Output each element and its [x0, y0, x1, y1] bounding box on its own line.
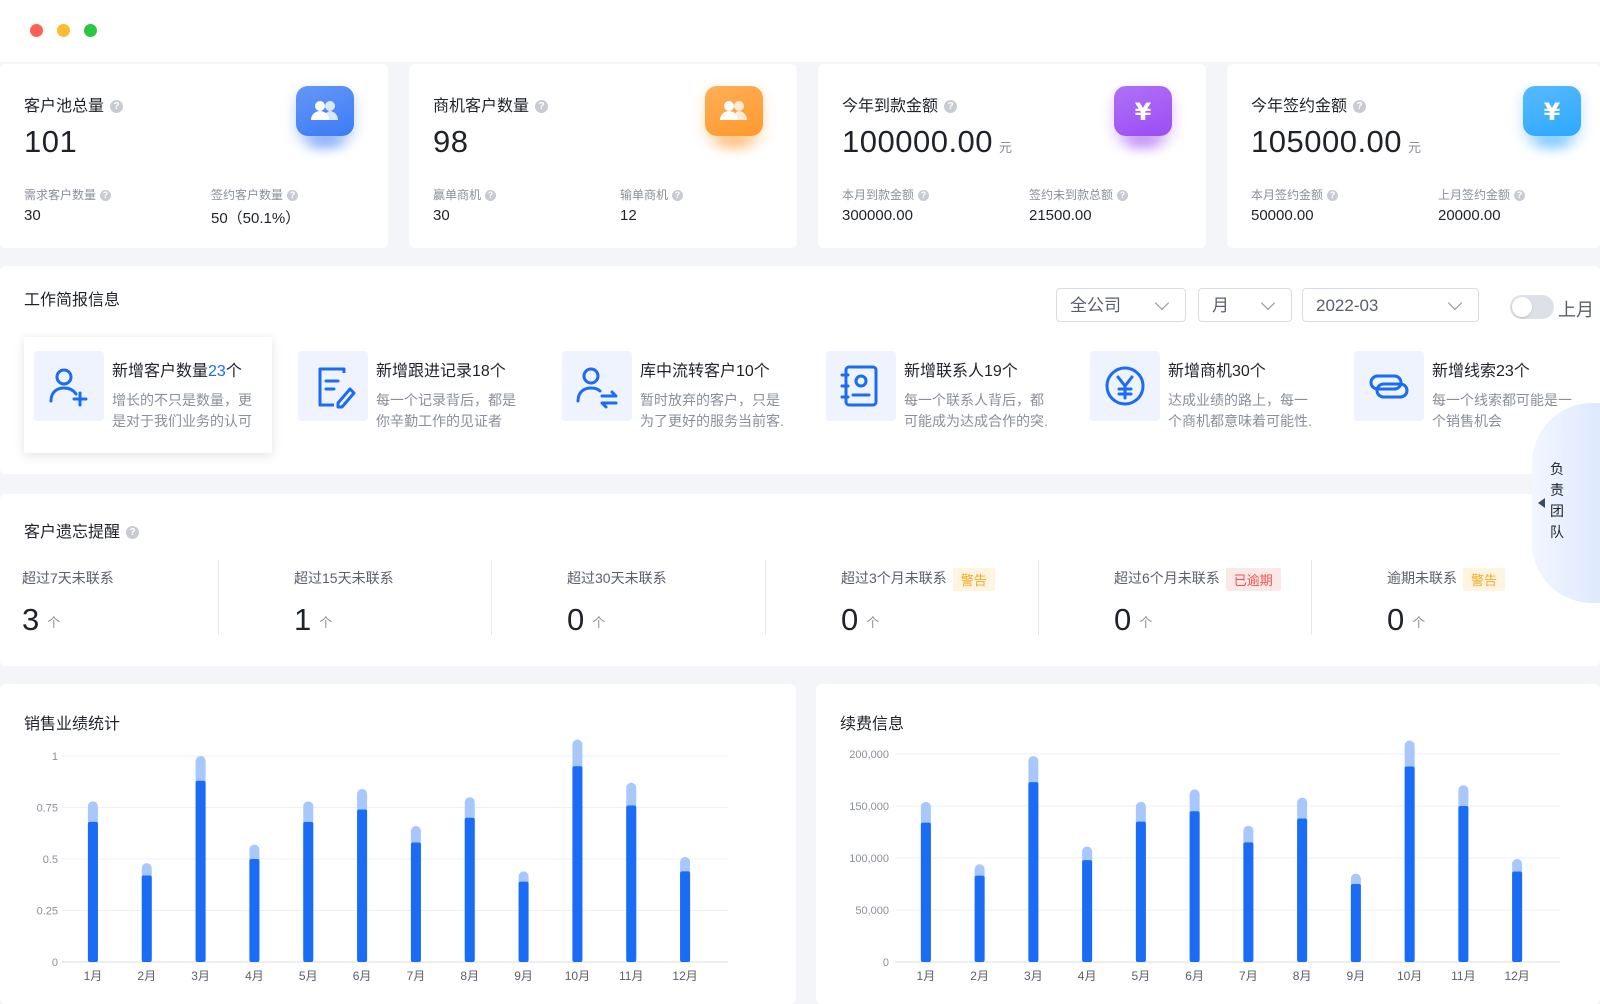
y-tick-label: 1: [52, 751, 58, 763]
bar-front: [1135, 821, 1146, 962]
bar-front: [1297, 818, 1308, 962]
y-tick-label: 0.5: [43, 854, 58, 866]
y-tick-label: 0.25: [37, 906, 58, 918]
y-tick-label: 150,000: [849, 801, 889, 813]
y-tick-label: 0: [52, 957, 58, 969]
x-tick-label: 1月: [84, 969, 103, 983]
x-tick-label: 10月: [565, 969, 590, 983]
x-tick-label: 7月: [1239, 969, 1258, 983]
x-tick-label: 2月: [137, 969, 156, 983]
bar-front: [195, 780, 206, 962]
x-tick-label: 6月: [353, 969, 372, 983]
x-tick-label: 8月: [460, 969, 479, 983]
bar-front: [626, 805, 637, 962]
y-tick-label: 200,000: [849, 749, 889, 761]
bar-chart-1: 0 50,000 100,000 150,000 200,000 1月 2月 3月 4月 5月 6月…: [849, 740, 1560, 983]
x-tick-label: 4月: [1078, 969, 1097, 983]
bar-front: [518, 881, 529, 962]
y-tick-label: 0.75: [37, 803, 58, 815]
bar-front: [920, 822, 931, 962]
x-tick-label: 9月: [1347, 969, 1366, 983]
charts-canvas: 00.250.50.7511月 2月 3月 4月 5月 6月 7月 8月 9月 10月 11月 12月…: [37, 739, 1560, 983]
bar-front: [680, 871, 691, 962]
y-tick-label: 100,000: [849, 853, 889, 865]
bar-front: [87, 821, 98, 962]
x-tick-label: 6月: [1185, 969, 1204, 983]
x-tick-label: 12月: [1504, 969, 1529, 983]
x-tick-label: 3月: [1024, 969, 1043, 983]
bar-front: [141, 875, 152, 962]
bar-front: [572, 766, 583, 962]
x-tick-label: 8月: [1293, 969, 1312, 983]
y-tick-label: 0: [883, 957, 889, 969]
bar-front: [1243, 842, 1254, 962]
bar-chart-0: 00.250.50.7511月 2月 3月 4月 5月 6月 7月 8月 9月 10月 11月 12月: [37, 739, 728, 983]
x-tick-label: 5月: [299, 969, 318, 983]
x-tick-label: 5月: [1132, 969, 1151, 983]
bar-front: [1350, 884, 1361, 962]
x-tick-label: 4月: [245, 969, 264, 983]
bar-front: [1082, 860, 1093, 962]
x-tick-label: 9月: [514, 969, 533, 983]
bar-front: [464, 817, 475, 962]
x-tick-label: 1月: [917, 969, 936, 983]
bar-front: [410, 842, 421, 962]
x-tick-label: 11月: [619, 969, 643, 983]
x-tick-label: 3月: [191, 969, 210, 983]
bar-front: [1189, 811, 1200, 962]
x-tick-label: 12月: [672, 969, 697, 983]
x-tick-label: 2月: [970, 969, 989, 983]
bar-front: [249, 859, 260, 962]
bar-front: [974, 875, 985, 962]
bar-front: [357, 809, 368, 962]
y-tick-label: 50,000: [855, 905, 889, 917]
bar-front: [303, 821, 314, 962]
bar-front: [1404, 766, 1415, 962]
bar-front: [1512, 871, 1523, 962]
bar-front: [1028, 782, 1039, 962]
bar-front: [1458, 806, 1469, 962]
x-tick-label: 10月: [1397, 969, 1422, 983]
x-tick-label: 11月: [1451, 969, 1475, 983]
x-tick-label: 7月: [407, 969, 426, 983]
